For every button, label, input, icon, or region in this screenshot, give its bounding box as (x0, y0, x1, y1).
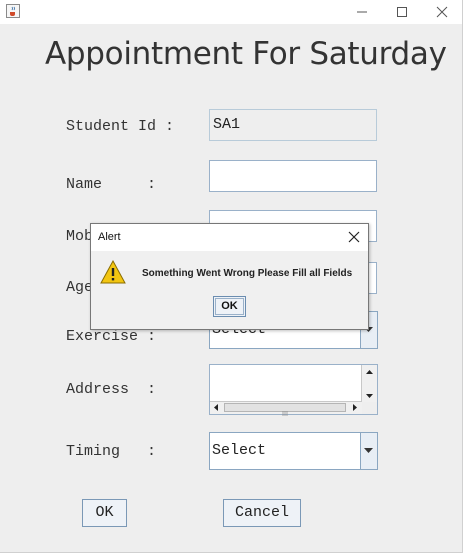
address-label: Address : (66, 381, 157, 398)
maximize-icon (397, 7, 407, 17)
chevron-down-icon (364, 448, 373, 453)
student-id-field[interactable]: SA1 (209, 109, 377, 141)
timing-select[interactable]: Select (209, 432, 378, 470)
timing-dropdown-button[interactable] (360, 433, 377, 469)
student-id-label: Student Id : (66, 118, 175, 135)
arrow-left-icon (214, 404, 218, 411)
cancel-button[interactable]: Cancel (223, 499, 301, 527)
scrollbar-corner (362, 402, 377, 414)
arrow-up-icon (366, 370, 373, 374)
dialog-close-button[interactable] (346, 229, 362, 245)
address-vertical-scrollbar[interactable] (361, 365, 377, 403)
timing-select-value: Select (212, 442, 267, 459)
dialog-title: Alert (98, 231, 121, 243)
ok-button[interactable]: OK (82, 499, 127, 527)
scroll-down-button[interactable] (362, 389, 377, 401)
dialog-titlebar: Alert (91, 224, 368, 251)
close-icon (436, 6, 448, 18)
address-horizontal-scrollbar[interactable] (210, 401, 362, 416)
scroll-up-button[interactable] (362, 365, 377, 377)
name-field[interactable] (209, 160, 377, 192)
dialog-ok-button[interactable]: OK (213, 296, 246, 317)
age-label: Age (66, 279, 94, 296)
dialog-message: Something Went Wrong Please Fill all Fie… (142, 268, 353, 279)
java-cup-icon (6, 4, 20, 18)
mobile-label: Mob (66, 228, 94, 245)
timing-label: Timing : (66, 443, 157, 460)
grip-icon (282, 411, 288, 416)
window-titlebar (0, 0, 462, 24)
arrow-down-icon (366, 394, 373, 398)
maximize-button[interactable] (382, 0, 422, 24)
close-button[interactable] (422, 0, 462, 24)
main-window: Appointment For Saturday Student Id : SA… (0, 0, 463, 553)
close-icon (348, 231, 360, 243)
minimize-icon (357, 11, 367, 13)
page-title: Appointment For Saturday (45, 36, 447, 72)
alert-dialog: Alert Something Went Wrong Please Fill a… (90, 223, 369, 330)
minimize-button[interactable] (342, 0, 382, 24)
name-label: Name : (66, 176, 157, 193)
address-field[interactable] (209, 364, 378, 416)
warning-icon (100, 260, 126, 284)
exercise-label: Exercise : (66, 328, 157, 345)
arrow-right-icon (353, 404, 357, 411)
scrollbar-thumb[interactable] (224, 403, 346, 416)
